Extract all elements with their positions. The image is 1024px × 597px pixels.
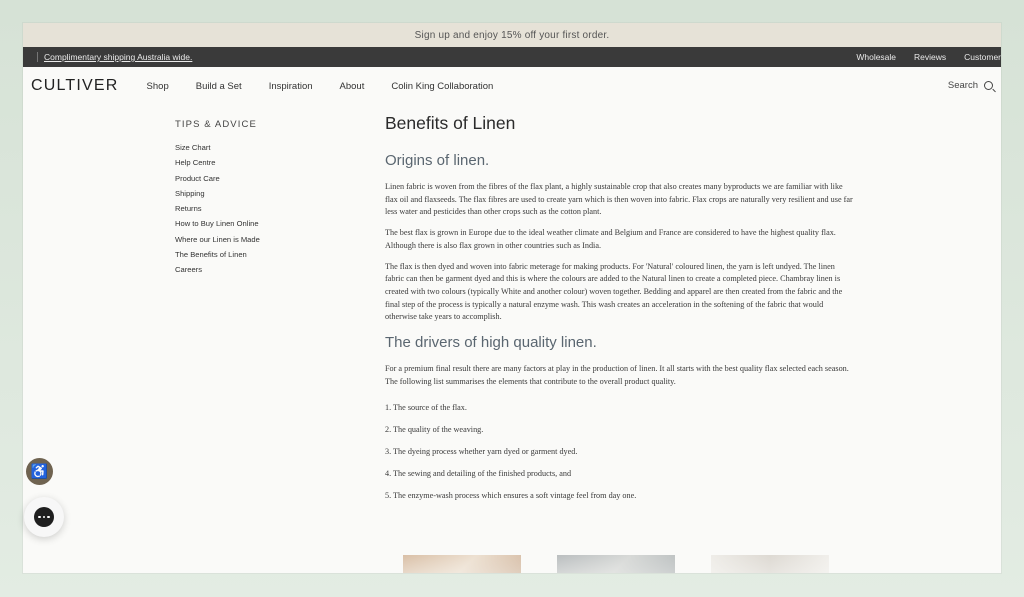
section-heading-origins: Origins of linen. (385, 152, 490, 169)
nav-item-build-a-set[interactable]: Build a Set (196, 81, 242, 92)
sidebar-list: Size Chart Help Centre Product Care Ship… (175, 140, 260, 278)
sidebar-item-careers[interactable]: Careers (175, 262, 260, 277)
nav-item-shop[interactable]: Shop (147, 81, 169, 92)
linen-image-1 (403, 555, 521, 573)
page-title: Benefits of Linen (385, 113, 516, 133)
list-item: 4. The sewing and detailing of the finis… (385, 469, 572, 479)
reviews-link[interactable]: Reviews (914, 52, 946, 62)
paragraph: Linen fabric is woven from the fibres of… (385, 182, 853, 217)
sidebar-item-shipping[interactable]: Shipping (175, 186, 260, 201)
wholesale-link[interactable]: Wholesale (856, 52, 896, 62)
customer-link[interactable]: Customer (964, 52, 1001, 62)
accessibility-icon[interactable]: ♿ (26, 458, 53, 485)
list-item: 5. The enzyme-wash process which ensures… (385, 491, 637, 501)
sidebar-item-benefits[interactable]: The Benefits of Linen (175, 247, 260, 262)
sidebar-item-returns[interactable]: Returns (175, 201, 260, 216)
quality-list: 1. The source of the flax. 2. The qualit… (385, 402, 853, 512)
chat-icon (34, 507, 54, 527)
chat-button[interactable] (24, 497, 64, 537)
page-frame: Sign up and enjoy 15% off your first ord… (23, 23, 1001, 573)
utility-bar: Complimentary shipping Australia wide. W… (23, 47, 1001, 67)
linen-image-3 (711, 555, 829, 573)
nav-menu: Shop Build a Set Inspiration About Colin… (147, 81, 521, 92)
search-button[interactable]: Search (948, 80, 993, 91)
utility-left: Complimentary shipping Australia wide. (37, 52, 192, 62)
sidebar-item-where-made[interactable]: Where our Linen is Made (175, 232, 260, 247)
linen-image-2 (557, 555, 675, 573)
sidebar-item-how-to-buy[interactable]: How to Buy Linen Online (175, 216, 260, 231)
list-item: 1. The source of the flax. (385, 403, 467, 413)
list-item: 2. The quality of the weaving. (385, 425, 484, 435)
tips-sidebar: TIPS & ADVICE Size Chart Help Centre Pro… (175, 119, 260, 278)
utility-right: Wholesale Reviews Customer (838, 52, 1001, 62)
sidebar-item-product-care[interactable]: Product Care (175, 171, 260, 186)
paragraph: The flax is then dyed and woven into fab… (385, 261, 843, 322)
sidebar-heading: TIPS & ADVICE (175, 119, 257, 130)
search-icon (984, 81, 993, 90)
utility-divider (37, 52, 38, 62)
sidebar-item-help-centre[interactable]: Help Centre (175, 155, 260, 170)
section-heading-drivers: The drivers of high quality linen. (385, 334, 597, 352)
main-nav: CULTIVER Shop Build a Set Inspiration Ab… (23, 67, 1001, 105)
promo-bar[interactable]: Sign up and enjoy 15% off your first ord… (23, 23, 1001, 47)
image-row (403, 555, 865, 573)
shipping-link[interactable]: Complimentary shipping Australia wide. (44, 52, 192, 62)
article: Benefits of Linen Origins of linen. Line… (385, 113, 853, 512)
sidebar-item-size-chart[interactable]: Size Chart (175, 140, 260, 155)
nav-item-about[interactable]: About (340, 81, 365, 92)
brand-logo[interactable]: CULTIVER (31, 77, 119, 95)
nav-item-inspiration[interactable]: Inspiration (269, 81, 313, 92)
promo-text[interactable]: Sign up and enjoy 15% off your first ord… (415, 30, 610, 41)
paragraph: The best flax is grown in Europe due to … (385, 228, 836, 250)
search-label: Search (947, 80, 978, 91)
paragraph: For a premium final result there are man… (385, 364, 849, 386)
list-item: 3. The dyeing process whether yarn dyed … (385, 447, 578, 457)
nav-item-colin-king[interactable]: Colin King Collaboration (391, 81, 493, 92)
